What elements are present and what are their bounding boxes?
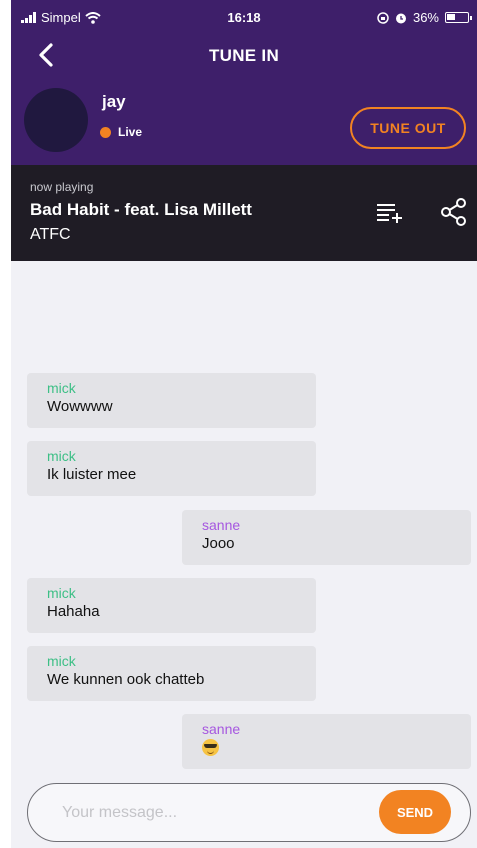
chat-message: mick Ik luister mee bbox=[27, 441, 316, 496]
message-text: Hahaha bbox=[47, 603, 100, 620]
chat-message: sanne Jooo bbox=[182, 510, 471, 565]
message-username: mick bbox=[47, 653, 76, 669]
message-text: Jooo bbox=[202, 535, 235, 552]
page-title: TUNE IN bbox=[208, 46, 280, 65]
app-screen: Simpel 16:18 36% TUNE IN jay Live TUNE O… bbox=[11, 0, 477, 848]
live-dot-icon bbox=[100, 126, 111, 138]
tune-out-button[interactable]: TUNE OUT bbox=[350, 107, 466, 149]
live-indicator: Live bbox=[100, 125, 142, 139]
message-username: sanne bbox=[202, 721, 241, 737]
battery-icon bbox=[445, 12, 472, 23]
chat-message: mick Hahaha bbox=[27, 578, 316, 633]
host-avatar[interactable] bbox=[24, 88, 88, 152]
message-username: mick bbox=[47, 380, 76, 396]
share-icon bbox=[441, 198, 466, 226]
chat-message: mick We kunnen ook chatteb bbox=[27, 646, 316, 701]
message-composer: SEND bbox=[27, 783, 471, 842]
host-name: jay bbox=[102, 92, 126, 111]
message-input[interactable] bbox=[62, 798, 362, 828]
track-title: Bad Habit - feat. Lisa Millett bbox=[30, 200, 252, 219]
message-username: mick bbox=[47, 448, 76, 464]
battery-percent: 36% bbox=[412, 10, 439, 25]
message-username: sanne bbox=[202, 517, 241, 533]
lock-rotation-icon bbox=[377, 11, 389, 24]
live-label: Live bbox=[118, 125, 143, 139]
track-artist: ATFC bbox=[30, 226, 71, 243]
now-playing-bar: now playing Bad Habit - feat. Lisa Mille… bbox=[11, 165, 477, 261]
chat-message: sanne bbox=[182, 714, 471, 769]
now-playing-label: now playing bbox=[30, 180, 94, 194]
status-right: 36% bbox=[377, 10, 472, 25]
smiling-face-with-sunglasses-icon bbox=[202, 739, 219, 756]
message-emoji bbox=[202, 738, 471, 761]
share-button[interactable] bbox=[439, 197, 469, 227]
send-button[interactable]: SEND bbox=[379, 790, 451, 834]
status-bar: Simpel 16:18 36% bbox=[11, 8, 477, 30]
playlist-add-icon bbox=[377, 204, 402, 223]
message-username: mick bbox=[47, 585, 76, 601]
message-text: Wowwww bbox=[47, 398, 113, 415]
alarm-icon bbox=[395, 13, 406, 23]
message-text: We kunnen ook chatteb bbox=[47, 671, 205, 688]
add-to-playlist-button[interactable] bbox=[375, 199, 405, 227]
message-text: Ik luister mee bbox=[47, 466, 137, 483]
chat-message: mick Wowwww bbox=[27, 373, 316, 428]
header: Simpel 16:18 36% TUNE IN jay Live TUNE O… bbox=[11, 0, 477, 165]
